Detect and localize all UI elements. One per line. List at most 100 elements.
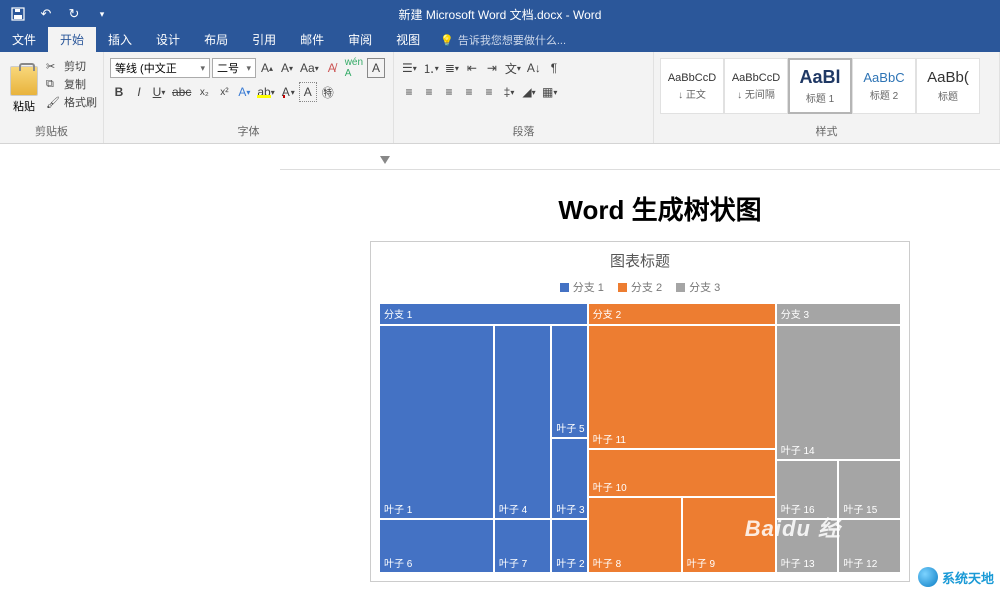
cut-button[interactable]: ✂剪切: [46, 58, 97, 74]
legend-item: 分支 3: [676, 279, 720, 295]
font-name-combo[interactable]: 等线 (中文正▾: [110, 58, 210, 78]
format-painter-button[interactable]: 🖌格式刷: [46, 94, 97, 110]
document-heading[interactable]: Word 生成树状图: [340, 190, 980, 227]
superscript-button[interactable]: x²: [215, 82, 233, 102]
leaf: 叶子 3: [551, 438, 588, 519]
undo-icon[interactable]: ↶: [34, 2, 58, 26]
paste-button[interactable]: 粘贴: [6, 54, 42, 121]
qat-customize-icon[interactable]: ▾: [90, 2, 114, 26]
save-icon[interactable]: [6, 2, 30, 26]
leaf: 叶子 7: [494, 519, 551, 573]
tab-file[interactable]: 文件: [0, 27, 48, 52]
decrease-indent-button[interactable]: ⇤: [463, 58, 481, 78]
grow-font-button[interactable]: A▴: [258, 58, 276, 78]
bold-button[interactable]: B: [110, 82, 128, 102]
shrink-font-button[interactable]: A▾: [278, 58, 296, 78]
globe-icon: [918, 567, 938, 587]
leaf: 叶子 6: [379, 519, 494, 573]
enclose-char-button[interactable]: ㊕: [319, 82, 337, 102]
site-logo: 系统天地: [918, 567, 994, 587]
tab-view[interactable]: 视图: [384, 27, 432, 52]
leaf: 叶子 12: [838, 519, 901, 573]
show-marks-button[interactable]: ¶: [545, 58, 563, 78]
justify-button[interactable]: ≡: [460, 82, 478, 102]
tell-me-search[interactable]: 💡 告诉我您想要做什么...: [432, 28, 574, 52]
legend-item: 分支 2: [618, 279, 662, 295]
site-name: 系统天地: [942, 568, 994, 587]
lightbulb-icon: 💡: [440, 34, 454, 47]
group-font: 等线 (中文正▾ 二号▾ A▴ A▾ Aa▾ A̸ wénA A B I U▾ …: [104, 52, 394, 143]
strike-button[interactable]: abc: [170, 82, 193, 102]
sort-button[interactable]: A↓: [525, 58, 543, 78]
title-bar: ↶ ↻ ▾ 新建 Microsoft Word 文档.docx - Word: [0, 0, 1000, 28]
tab-references[interactable]: 引用: [240, 27, 288, 52]
tab-design[interactable]: 设计: [144, 27, 192, 52]
bullets-button[interactable]: ☰▾: [400, 58, 419, 78]
chart-legend: 分支 1 分支 2 分支 3: [379, 279, 901, 295]
style-heading2[interactable]: AaBbC标题 2: [852, 58, 916, 114]
char-shading-button[interactable]: A: [299, 82, 317, 102]
line-spacing-button[interactable]: ‡▾: [500, 82, 518, 102]
tab-review[interactable]: 审阅: [336, 27, 384, 52]
style-heading1[interactable]: AaBl标题 1: [788, 58, 852, 114]
redo-icon[interactable]: ↻: [62, 2, 86, 26]
highlight-button[interactable]: ab▾: [255, 82, 276, 102]
scissors-icon: ✂: [46, 60, 60, 72]
align-center-button[interactable]: ≡: [420, 82, 438, 102]
text-effects-button[interactable]: A▾: [235, 82, 253, 102]
legend-swatch: [560, 283, 569, 292]
ribbon: 粘贴 ✂剪切 ⧉复制 🖌格式刷 剪贴板 等线 (中文正▾ 二号▾ A▴ A▾ A…: [0, 52, 1000, 144]
tab-insert[interactable]: 插入: [96, 27, 144, 52]
quick-access-toolbar: ↶ ↻ ▾: [0, 2, 120, 26]
multilevel-button[interactable]: ≣▾: [443, 58, 461, 78]
align-right-button[interactable]: ≡: [440, 82, 458, 102]
legend-swatch: [676, 283, 685, 292]
chart-title: 图表标题: [379, 250, 901, 271]
borders-button[interactable]: ▦▾: [540, 82, 559, 102]
ribbon-tabs: 文件 开始 插入 设计 布局 引用 邮件 审阅 视图 💡 告诉我您想要做什么..…: [0, 28, 1000, 52]
tab-mailings[interactable]: 邮件: [288, 27, 336, 52]
tab-layout[interactable]: 布局: [192, 27, 240, 52]
leaf: 叶子 2: [551, 519, 588, 573]
asian-layout-button[interactable]: 文▾: [503, 58, 523, 78]
tab-home[interactable]: 开始: [48, 27, 96, 52]
group-label-clipboard: 剪贴板: [6, 121, 97, 143]
leaf: 叶子 1: [379, 325, 494, 519]
paste-label: 粘贴: [13, 98, 35, 114]
font-color-button[interactable]: A▾: [279, 82, 297, 102]
copy-button[interactable]: ⧉复制: [46, 76, 97, 92]
numbering-button[interactable]: ⒈▾: [421, 58, 441, 78]
shading-button[interactable]: ◢▾: [520, 82, 538, 102]
style-normal[interactable]: AaBbCcD↓ 正文: [660, 58, 724, 114]
leaf: 叶子 14: [776, 325, 901, 460]
char-border-button[interactable]: A: [367, 58, 385, 78]
watermark: Baidu 经: [745, 511, 841, 543]
document-area[interactable]: Word 生成树状图 图表标题 分支 1 分支 2 分支 3 分支 1 叶子 1…: [0, 144, 1000, 593]
align-left-button[interactable]: ≡: [400, 82, 418, 102]
underline-button[interactable]: U▾: [150, 82, 168, 102]
brush-icon: 🖌: [46, 96, 60, 108]
chart-object[interactable]: 图表标题 分支 1 分支 2 分支 3 分支 1 叶子 1 叶子 6 叶子 4 …: [370, 241, 910, 582]
leaf: 叶子 5: [551, 325, 588, 438]
increase-indent-button[interactable]: ⇥: [483, 58, 501, 78]
branch-header: 分支 1: [379, 303, 588, 325]
change-case-button[interactable]: Aa▾: [298, 58, 321, 78]
indent-marker[interactable]: [380, 156, 390, 164]
phonetic-guide-button[interactable]: wénA: [343, 58, 365, 78]
style-gallery[interactable]: AaBbCcD↓ 正文 AaBbCcD↓ 无间隔 AaBl标题 1 AaBbC标…: [660, 54, 980, 121]
legend-item: 分支 1: [560, 279, 604, 295]
distributed-button[interactable]: ≡: [480, 82, 498, 102]
style-nospacing[interactable]: AaBbCcD↓ 无间隔: [724, 58, 788, 114]
subscript-button[interactable]: x₂: [195, 82, 213, 102]
group-label-styles: 样式: [660, 121, 993, 143]
font-size-combo[interactable]: 二号▾: [212, 58, 256, 78]
clear-format-button[interactable]: A̸: [323, 58, 341, 78]
style-title[interactable]: AaBb(标题: [916, 58, 980, 114]
leaf: 叶子 11: [588, 325, 776, 449]
leaf: 叶子 4: [494, 325, 551, 519]
treemap: 分支 1 叶子 1 叶子 6 叶子 4 叶子 7 叶子 5 叶子 3 叶子 2 …: [379, 303, 901, 573]
italic-button[interactable]: I: [130, 82, 148, 102]
paste-icon: [10, 66, 38, 96]
ruler[interactable]: [280, 154, 1000, 170]
leaf: 叶子 10: [588, 449, 776, 498]
